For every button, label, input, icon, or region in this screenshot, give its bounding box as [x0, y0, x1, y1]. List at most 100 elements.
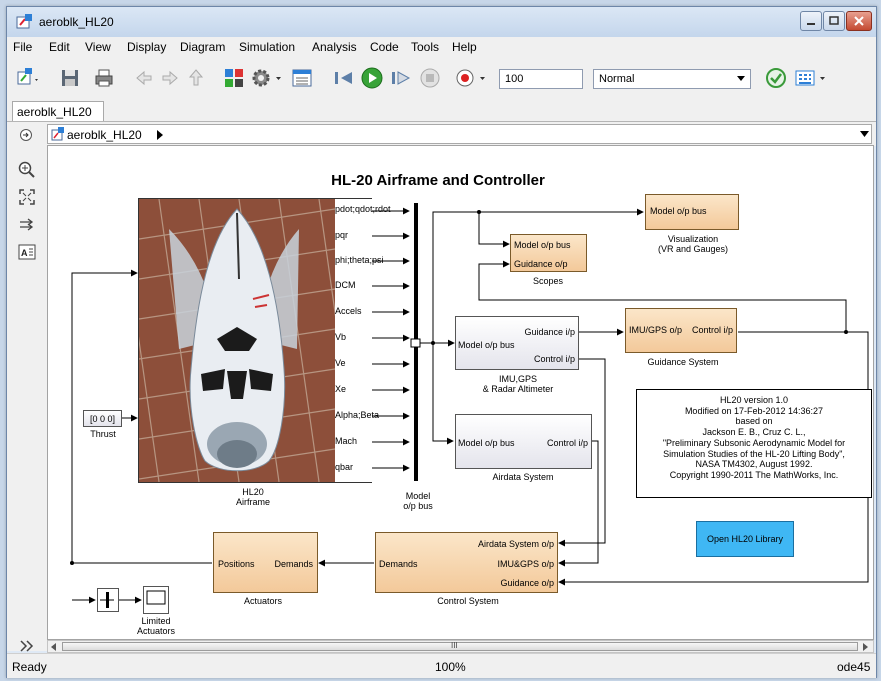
record-button[interactable] — [453, 65, 489, 91]
forward-button[interactable] — [157, 65, 183, 91]
imu-in-port-label: Model o/p bus — [458, 340, 515, 350]
menu-display[interactable]: Display — [127, 40, 166, 54]
stop-button[interactable] — [417, 65, 443, 91]
guidance-in-port-label: IMU/GPS o/p — [629, 325, 683, 335]
expand-palette-icon[interactable] — [20, 640, 34, 652]
horizontal-scrollbar[interactable]: III — [47, 640, 874, 653]
menu-edit[interactable]: Edit — [49, 40, 70, 54]
limited-actuators-scope[interactable] — [143, 586, 169, 614]
port-label: Vb — [335, 332, 347, 342]
step-back-button[interactable] — [331, 65, 357, 91]
record-icon — [456, 69, 485, 87]
status-text: Ready — [12, 660, 47, 674]
model-explorer-button[interactable] — [289, 65, 315, 91]
breadcrumb-item[interactable]: aeroblk_HL20 — [67, 128, 142, 142]
scroll-right-icon[interactable] — [863, 643, 869, 651]
imu-gps-block[interactable]: Model o/p bus Guidance i/p Control i/p — [455, 316, 579, 370]
port-label: pdot;qdot;rdot — [335, 204, 391, 214]
info-line: HL20 version 1.0 — [719, 395, 789, 405]
info-line: Copyright 1990-2011 The MathWorks, Inc. — [669, 469, 839, 480]
thrust-constant-block[interactable]: [0 0 0] — [83, 410, 122, 427]
port-label: Alpha;Beta — [335, 410, 380, 420]
demux-block[interactable] — [97, 588, 119, 612]
actuators-block[interactable]: Positions Demands — [213, 532, 318, 593]
visualization-block[interactable]: Model o/p bus — [645, 194, 739, 230]
menu-diagram[interactable]: Diagram — [180, 40, 225, 54]
close-button[interactable] — [846, 11, 872, 31]
step-forward-button[interactable] — [387, 65, 413, 91]
scopes-port-label: Guidance o/p — [514, 259, 568, 269]
run-icon — [361, 67, 383, 89]
scroll-left-icon[interactable] — [51, 643, 57, 651]
port-label: phi;theta;psi — [335, 255, 384, 265]
print-button[interactable] — [91, 65, 117, 91]
save-button[interactable] — [57, 65, 83, 91]
model-info-annotation: HL20 version 1.0 Modified on 17-Feb-2012… — [636, 389, 872, 498]
scopes-block[interactable]: Model o/p bus Guidance o/p — [510, 234, 587, 272]
gear-icon — [252, 69, 281, 87]
library-browser-button[interactable] — [221, 65, 247, 91]
title-bar: aeroblk_HL20 — [7, 7, 876, 37]
left-palette: A — [7, 145, 47, 652]
actuators-port-label: Demands — [274, 559, 313, 569]
port-label: qbar — [335, 462, 354, 472]
menu-simulation[interactable]: Simulation — [239, 40, 295, 54]
hide-browser-icon[interactable] — [19, 128, 33, 142]
floppy-icon — [62, 70, 78, 86]
guidance-out-port-label: Control i/p — [691, 325, 733, 335]
menu-file[interactable]: File — [13, 40, 32, 54]
menu-code[interactable]: Code — [370, 40, 399, 54]
chevron-right-icon — [157, 130, 163, 140]
chevron-down-icon — [737, 76, 745, 81]
info-line: Modified on 17-Feb-2012 14:36:27 — [684, 405, 824, 416]
model-tab-strip: aeroblk_HL20 — [7, 99, 876, 121]
port-label: DCM — [335, 280, 356, 290]
port-label: pqr — [335, 230, 349, 240]
run-button[interactable] — [359, 65, 385, 91]
annotation-icon[interactable]: A — [18, 243, 36, 261]
model-icon — [51, 127, 64, 141]
airdata-system-block[interactable]: Model o/p bus Control i/p — [455, 414, 592, 469]
build-button[interactable] — [793, 65, 829, 91]
airframe-caption: HL20 Airframe — [235, 487, 270, 507]
menu-help[interactable]: Help — [452, 40, 477, 54]
port-label: Accels — [335, 306, 362, 316]
info-line: Simulation Studies of the HL-20 Lifting … — [663, 448, 845, 459]
step-forward-icon — [392, 71, 411, 85]
simulation-mode-select[interactable]: Normal — [593, 69, 751, 89]
demux-icon — [100, 592, 114, 608]
port-label: Ve — [335, 358, 346, 368]
breadcrumb: aeroblk_HL20 — [47, 124, 872, 144]
address-bar: aeroblk_HL20 — [7, 121, 876, 146]
back-button[interactable] — [131, 65, 157, 91]
arrow-shortcut-icon[interactable] — [18, 216, 36, 234]
control-system-block[interactable]: Airdata System o/p IMU&GPS o/p Guidance … — [375, 532, 558, 593]
visualization-caption: Visualization (VR and Gauges) — [657, 234, 729, 254]
tab-aeroblk-hl20[interactable]: aeroblk_HL20 — [12, 101, 104, 121]
model-advisor-button[interactable] — [763, 65, 789, 91]
model-config-button[interactable] — [249, 65, 285, 91]
menu-analysis[interactable]: Analysis — [312, 40, 357, 54]
solver-name: ode45 — [837, 660, 871, 674]
up-button[interactable] — [183, 65, 209, 91]
library-browser-icon — [225, 69, 243, 87]
menu-view[interactable]: View — [85, 40, 111, 54]
control-in-port-label: Guidance o/p — [500, 578, 554, 588]
airdata-in-port-label: Model o/p bus — [458, 438, 515, 448]
chevron-down-icon[interactable] — [860, 131, 870, 139]
maximize-button[interactable] — [823, 11, 845, 31]
fit-to-view-icon[interactable] — [18, 188, 36, 206]
guidance-system-block[interactable]: IMU/GPS o/p Control i/p — [625, 308, 737, 353]
menu-tools[interactable]: Tools — [411, 40, 439, 54]
minimize-button[interactable] — [800, 11, 822, 31]
visualization-port-label: Model o/p bus — [650, 206, 707, 216]
port-label: Mach — [335, 436, 358, 446]
scroll-thumb[interactable]: III — [62, 641, 858, 651]
open-library-button[interactable]: Open HL20 Library — [696, 521, 794, 557]
zoom-in-icon[interactable] — [18, 161, 36, 179]
stop-icon — [420, 68, 440, 88]
info-line: based on — [735, 416, 773, 427]
stop-time-input[interactable]: 100 — [499, 69, 583, 89]
new-model-button[interactable] — [15, 65, 41, 91]
diagram-canvas[interactable]: HL-20 Airframe and Controller pdot;qdot;… — [47, 145, 874, 640]
